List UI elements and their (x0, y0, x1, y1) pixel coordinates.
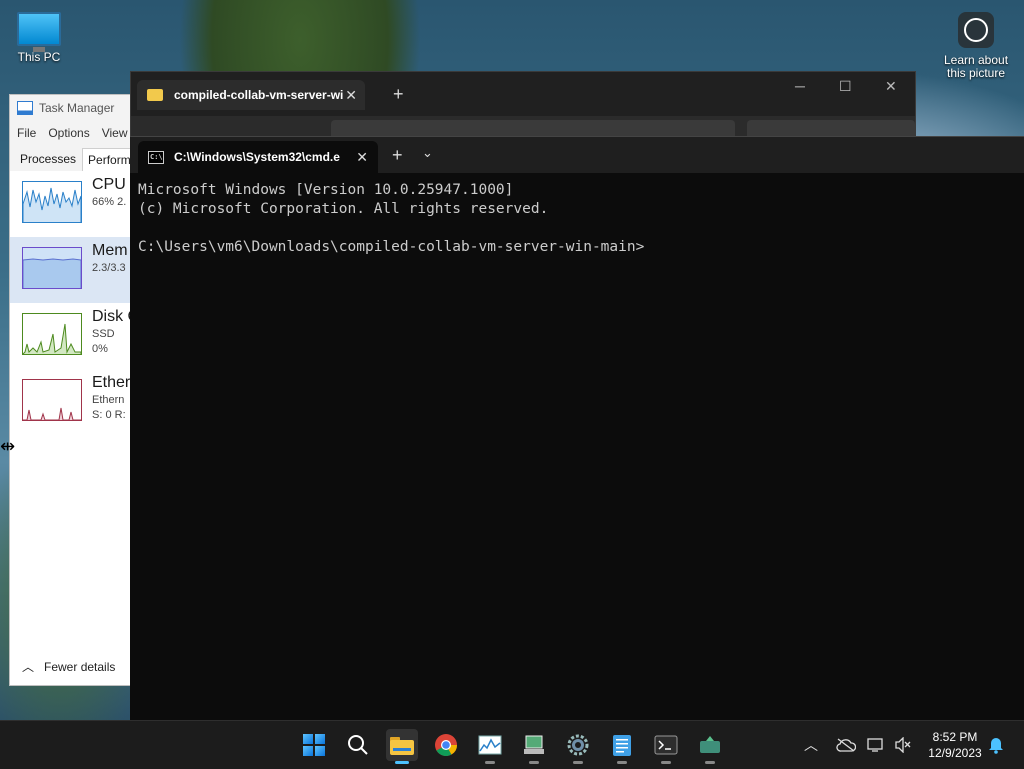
terminal-tab-close-icon[interactable]: ✕ (356, 149, 368, 166)
tab-processes[interactable]: Processes (14, 147, 82, 171)
terminal-output[interactable]: Microsoft Windows [Version 10.0.25947.10… (130, 173, 1024, 265)
terminal-window[interactable]: C:\ C:\Windows\System32\cmd.e ✕ + ⌄ Micr… (130, 136, 1024, 721)
close-icon[interactable]: ✕ (885, 78, 897, 95)
ethernet-graph (22, 379, 82, 421)
onedrive-tray[interactable] (836, 721, 856, 769)
taskbar-file-explorer[interactable] (386, 729, 418, 764)
terminal-line: Microsoft Windows [Version 10.0.25947.10… (138, 182, 514, 198)
task-manager-title: Task Manager (39, 101, 115, 115)
explorer-tab-title: compiled-collab-vm-server-wi (174, 88, 344, 102)
this-pc-desktop-icon[interactable]: This PC (10, 10, 68, 64)
cpu-label: CPU (92, 176, 126, 193)
ethernet-throughput: S: 0 R: (92, 409, 126, 421)
start-button[interactable] (298, 729, 330, 761)
this-pc-label: This PC (17, 50, 61, 64)
search-icon (348, 735, 368, 755)
cpu-graph (22, 181, 82, 223)
terminal-tab-title: C:\Windows\System32\cmd.e (174, 150, 340, 164)
clock-date: 12/9/2023 (928, 746, 982, 760)
terminal-tab[interactable]: C:\ C:\Windows\System32\cmd.e ✕ (138, 141, 378, 173)
menu-view[interactable]: View (102, 126, 128, 140)
clock-time: 8:52 PM (932, 730, 978, 744)
computer-icon (17, 12, 61, 52)
disk-graph (22, 313, 82, 355)
settings-icon (567, 734, 589, 756)
app-icon (700, 736, 720, 753)
terminal-line: (c) Microsoft Corporation. All rights re… (138, 201, 549, 217)
camera-info-icon (958, 12, 994, 48)
device-manager-icon (524, 735, 544, 754)
taskbar-device-manager[interactable] (518, 729, 550, 764)
file-explorer-icon (390, 737, 414, 755)
learn-label-line2: this picture (946, 66, 1006, 80)
folder-icon (147, 89, 163, 101)
taskbar-clock[interactable]: 8:52 PM 12/9/2023 (920, 729, 990, 761)
chevron-up-icon: ︿ (22, 660, 35, 674)
explorer-tab-close-icon[interactable]: ✕ (345, 87, 357, 104)
memory-graph (22, 247, 82, 289)
menu-options[interactable]: Options (48, 126, 89, 140)
maximize-icon[interactable]: ☐ (839, 78, 852, 95)
learn-about-picture-icon[interactable]: Learn about this picture (940, 12, 1012, 80)
taskbar-notepad[interactable] (606, 729, 638, 764)
menu-file[interactable]: File (17, 126, 36, 140)
cloud-offline-icon (836, 738, 856, 752)
terminal-new-tab-icon[interactable]: + (392, 145, 403, 166)
taskbar-task-manager[interactable] (474, 729, 506, 764)
resize-cursor-icon: ⇹ (0, 436, 16, 456)
chevron-up-icon: ︿ (804, 737, 818, 753)
task-manager-icon (478, 735, 502, 755)
cpu-usage: 66% 2. (92, 196, 127, 208)
task-manager-icon (17, 101, 33, 115)
minimize-icon[interactable]: ─ (795, 78, 805, 94)
network-tray[interactable] (866, 721, 886, 769)
ethernet-type: Ethern (92, 394, 125, 406)
cmd-icon: C:\ (148, 150, 164, 164)
terminal-tabbar: C:\ C:\Windows\System32\cmd.e ✕ + ⌄ (130, 137, 1024, 173)
terminal-icon (654, 735, 678, 755)
bell-icon (989, 738, 1003, 754)
taskbar: ︿ 8:52 PM 12/9/2023 (0, 720, 1024, 769)
windows-logo-icon (303, 734, 325, 756)
taskbar-terminal[interactable] (650, 729, 682, 764)
fewer-details-button[interactable]: ︿ Fewer details (22, 658, 115, 675)
notifications-button[interactable] (988, 721, 1004, 769)
network-icon (867, 738, 883, 752)
search-button[interactable] (342, 729, 374, 761)
volume-muted-icon (895, 737, 911, 753)
fewer-details-label: Fewer details (44, 659, 116, 674)
explorer-new-tab-icon[interactable]: + (393, 84, 404, 105)
explorer-tab[interactable]: compiled-collab-vm-server-wi ✕ (137, 80, 365, 110)
chevron-down-icon[interactable]: ⌄ (422, 145, 433, 161)
taskbar-settings[interactable] (562, 729, 594, 764)
show-hidden-icons-button[interactable]: ︿ (804, 721, 818, 769)
taskbar-app[interactable] (694, 729, 726, 764)
terminal-prompt: C:\Users\vm6\Downloads\compiled-collab-v… (138, 239, 645, 255)
memory-usage: 2.3/3.3 (92, 262, 126, 274)
chrome-icon (435, 734, 457, 756)
taskbar-chrome[interactable] (430, 729, 462, 761)
memory-label: Mem (92, 242, 128, 259)
notepad-icon (613, 735, 631, 756)
ethernet-label: Ether (92, 374, 131, 391)
volume-tray[interactable] (894, 721, 912, 769)
